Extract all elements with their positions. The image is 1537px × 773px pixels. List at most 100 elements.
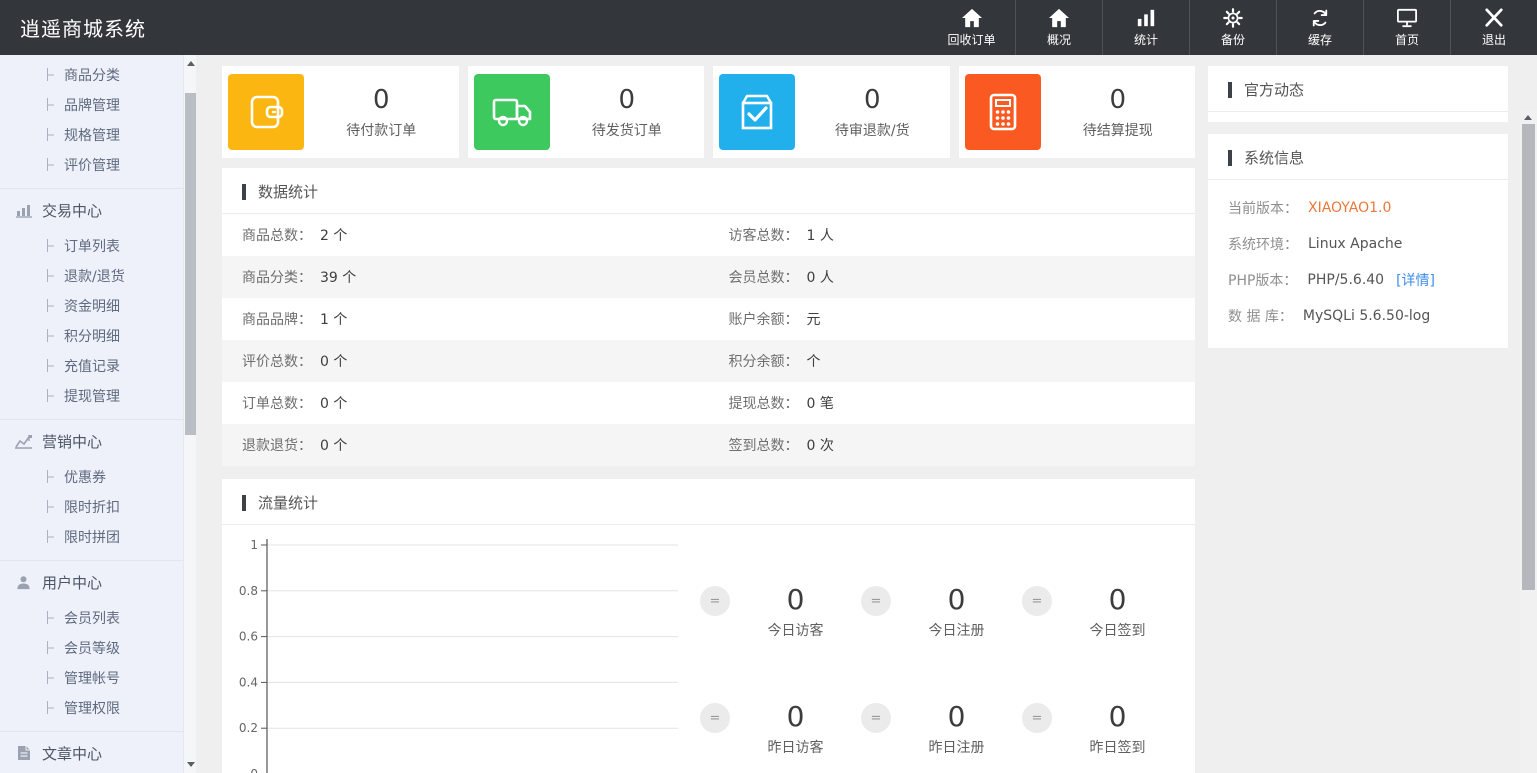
php-details-link[interactable]: [详情] [1396, 270, 1435, 290]
sidebar-item-group-buy[interactable]: 限时拼团 [0, 522, 196, 552]
sidebar-item-label: 商品分类 [64, 65, 120, 85]
sidebar-item-member-level[interactable]: 会员等级 [0, 633, 196, 663]
sidebar-section-article: 文章中心 [0, 732, 196, 773]
sys-row-environment: 系统环境： Linux Apache [1208, 226, 1508, 262]
nav-label: 首页 [1395, 31, 1419, 48]
card-value: 0 [550, 85, 705, 115]
page-scrollbar[interactable] [1520, 110, 1537, 773]
scrollbar-thumb[interactable] [1522, 124, 1535, 590]
data-stats-body: 商品总数：2 个 访客总数：1 人 商品分类：39 个 会员总数：0 人 商品品… [222, 214, 1195, 466]
y-axis-tick: 1 [250, 538, 258, 552]
sidebar-section-marketing-header[interactable]: 营销中心 [0, 420, 196, 462]
sidebar-item-goods-category[interactable]: 商品分类 [0, 60, 196, 90]
stat-value: 0 次 [807, 435, 834, 455]
scroll-up-arrow[interactable] [187, 61, 195, 66]
branch-icon [46, 98, 55, 112]
branch-icon [46, 269, 55, 283]
sidebar-item-review-manage[interactable]: 评价管理 [0, 150, 196, 180]
equals-icon: = [1022, 703, 1052, 733]
sidebar-scrollbar[interactable] [183, 55, 196, 773]
sidebar-item-label: 限时拼团 [64, 527, 120, 547]
flow-stat-label: 昨日注册 [891, 737, 1022, 757]
official-news-panel: 官方动态 [1208, 66, 1508, 122]
nav-homepage[interactable]: 首页 [1363, 0, 1450, 55]
card-pending-payment[interactable]: 0 待付款订单 [222, 66, 459, 158]
home-icon [961, 8, 983, 28]
table-row: 订单总数：0 个 提现总数：0 笔 [222, 382, 1195, 424]
calculator-icon [965, 74, 1041, 150]
flow-stat-label: 昨日访客 [730, 737, 861, 757]
nav-cache[interactable]: 缓存 [1276, 0, 1363, 55]
card-value: 0 [1041, 85, 1196, 115]
nav-overview[interactable]: 概况 [1015, 0, 1102, 55]
sidebar-item-recharge-record[interactable]: 充值记录 [0, 351, 196, 381]
card-pending-shipment[interactable]: 0 待发货订单 [468, 66, 705, 158]
sidebar-item-fund-detail[interactable]: 资金明细 [0, 291, 196, 321]
equals-icon: = [861, 586, 891, 616]
nav-backup[interactable]: 备份 [1189, 0, 1276, 55]
branch-icon [46, 68, 55, 82]
stat-value: 0 个 [320, 351, 347, 371]
traffic-chart: 1 0.8 0.6 0.4 0.2 0 [230, 525, 700, 773]
stat-value: 1 个 [320, 309, 347, 329]
card-pending-refund[interactable]: 0 待审退款/货 [713, 66, 950, 158]
nav-label: 备份 [1221, 31, 1245, 48]
sidebar-item-brand-manage[interactable]: 品牌管理 [0, 90, 196, 120]
sidebar-item-label: 评价管理 [64, 155, 120, 175]
nav-logout[interactable]: 退出 [1450, 0, 1537, 55]
sidebar-item-admin-permission[interactable]: 管理权限 [0, 693, 196, 723]
sidebar-item-order-list[interactable]: 订单列表 [0, 231, 196, 261]
sys-row-version: 当前版本： XIAOYAO1.0 [1208, 190, 1508, 226]
sidebar-section-user: 用户中心 会员列表 会员等级 管理帐号 管理权限 [0, 561, 196, 732]
flow-stat-value: 0 [730, 583, 861, 617]
sidebar-item-label: 限时折扣 [64, 497, 120, 517]
sidebar-item-refund-return[interactable]: 退款/退货 [0, 261, 196, 291]
branch-icon [46, 158, 55, 172]
flow-stat-value: 0 [891, 583, 1022, 617]
table-row: 商品总数：2 个 访客总数：1 人 [222, 214, 1195, 256]
nav-recycle-orders[interactable]: 回收订单 [928, 0, 1015, 55]
sidebar-item-flash-discount[interactable]: 限时折扣 [0, 492, 196, 522]
sidebar-item-label: 退款/退货 [64, 266, 125, 286]
flow-stat-today-visitors: = 0今日访客 [700, 583, 861, 649]
card-pending-settlement[interactable]: 0 待结算提现 [959, 66, 1196, 158]
branch-icon [46, 500, 55, 514]
table-row: 退款退货：0 个 签到总数：0 次 [222, 424, 1195, 466]
sidebar-item-label: 会员列表 [64, 608, 120, 628]
sidebar-section-user-header[interactable]: 用户中心 [0, 561, 196, 603]
stat-cards-row: 0 待付款订单 0 待发货订单 [222, 66, 1195, 158]
card-label: 待结算提现 [1041, 120, 1196, 140]
truck-icon [474, 74, 550, 150]
branch-icon [46, 671, 55, 685]
card-label: 待发货订单 [550, 120, 705, 140]
sidebar-item-spec-manage[interactable]: 规格管理 [0, 120, 196, 150]
y-axis-tick: 0.8 [239, 584, 258, 598]
sidebar-section-title: 用户中心 [42, 572, 102, 593]
sidebar-item-coupon[interactable]: 优惠券 [0, 462, 196, 492]
sidebar-item-withdraw-manage[interactable]: 提现管理 [0, 381, 196, 411]
sys-value: MySQLi 5.6.50-log [1303, 308, 1430, 324]
stat-label: 积分余额： [729, 351, 799, 371]
sidebar-item-points-detail[interactable]: 积分明细 [0, 321, 196, 351]
sidebar-item-member-list[interactable]: 会员列表 [0, 603, 196, 633]
flow-stats-panel: 流量统计 [222, 479, 1195, 773]
flow-stat-today-registers: = 0今日注册 [861, 583, 1022, 649]
sidebar-item-label: 充值记录 [64, 356, 120, 376]
y-axis-tick: 0.2 [239, 721, 258, 735]
scrollbar-thumb[interactable] [185, 93, 196, 435]
branch-icon [46, 389, 55, 403]
sidebar-section-article-header[interactable]: 文章中心 [0, 732, 196, 773]
sidebar-item-label: 提现管理 [64, 386, 120, 406]
nav-label: 退出 [1482, 31, 1506, 48]
branch-icon [46, 530, 55, 544]
sidebar-section-trade-header[interactable]: 交易中心 [0, 189, 196, 231]
official-news-header: 官方动态 [1208, 66, 1508, 112]
scroll-up-arrow[interactable] [1524, 115, 1532, 120]
scroll-down-arrow[interactable] [187, 762, 195, 767]
y-axis-tick: 0 [250, 767, 258, 773]
panel-title: 数据统计 [258, 181, 318, 202]
stat-label: 商品总数： [242, 225, 312, 245]
stat-value: 1 人 [807, 225, 834, 245]
sidebar-item-admin-account[interactable]: 管理帐号 [0, 663, 196, 693]
nav-statistics[interactable]: 统计 [1102, 0, 1189, 55]
